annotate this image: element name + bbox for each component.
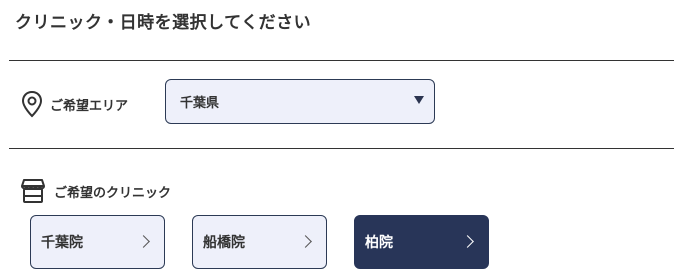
clinic-option-label: 船橋院	[203, 235, 245, 251]
chevron-right-icon	[461, 235, 474, 248]
clinic-option-kashiwa[interactable]: 柏院	[354, 215, 489, 269]
clinic-option-funabashi[interactable]: 船橋院	[192, 215, 327, 269]
area-row-label: ご希望エリア	[20, 90, 128, 118]
dropdown-arrow-icon	[414, 96, 424, 104]
clinic-option-chiba[interactable]: 千葉院	[30, 215, 165, 269]
area-label-text: ご希望エリア	[50, 98, 129, 114]
chevron-right-icon	[299, 235, 312, 248]
clinic-datetime-selection: クリニック・日時を選択してください ご希望エリア 千葉県 ご希望のクリニック 千…	[0, 0, 681, 279]
area-select[interactable]: 千葉県	[165, 79, 435, 124]
clinic-option-label: 柏院	[365, 235, 393, 251]
area-select-value: 千葉県	[180, 96, 220, 111]
divider	[9, 60, 674, 61]
clinic-option-label: 千葉院	[41, 235, 83, 251]
location-pin-icon	[20, 90, 44, 118]
page-title: クリニック・日時を選択してください	[15, 13, 312, 33]
clinic-row-label: ご希望のクリニック	[18, 176, 171, 206]
storefront-icon	[18, 176, 48, 206]
divider	[9, 148, 674, 149]
clinic-label-text: ご希望のクリニック	[54, 185, 172, 201]
chevron-right-icon	[137, 235, 150, 248]
